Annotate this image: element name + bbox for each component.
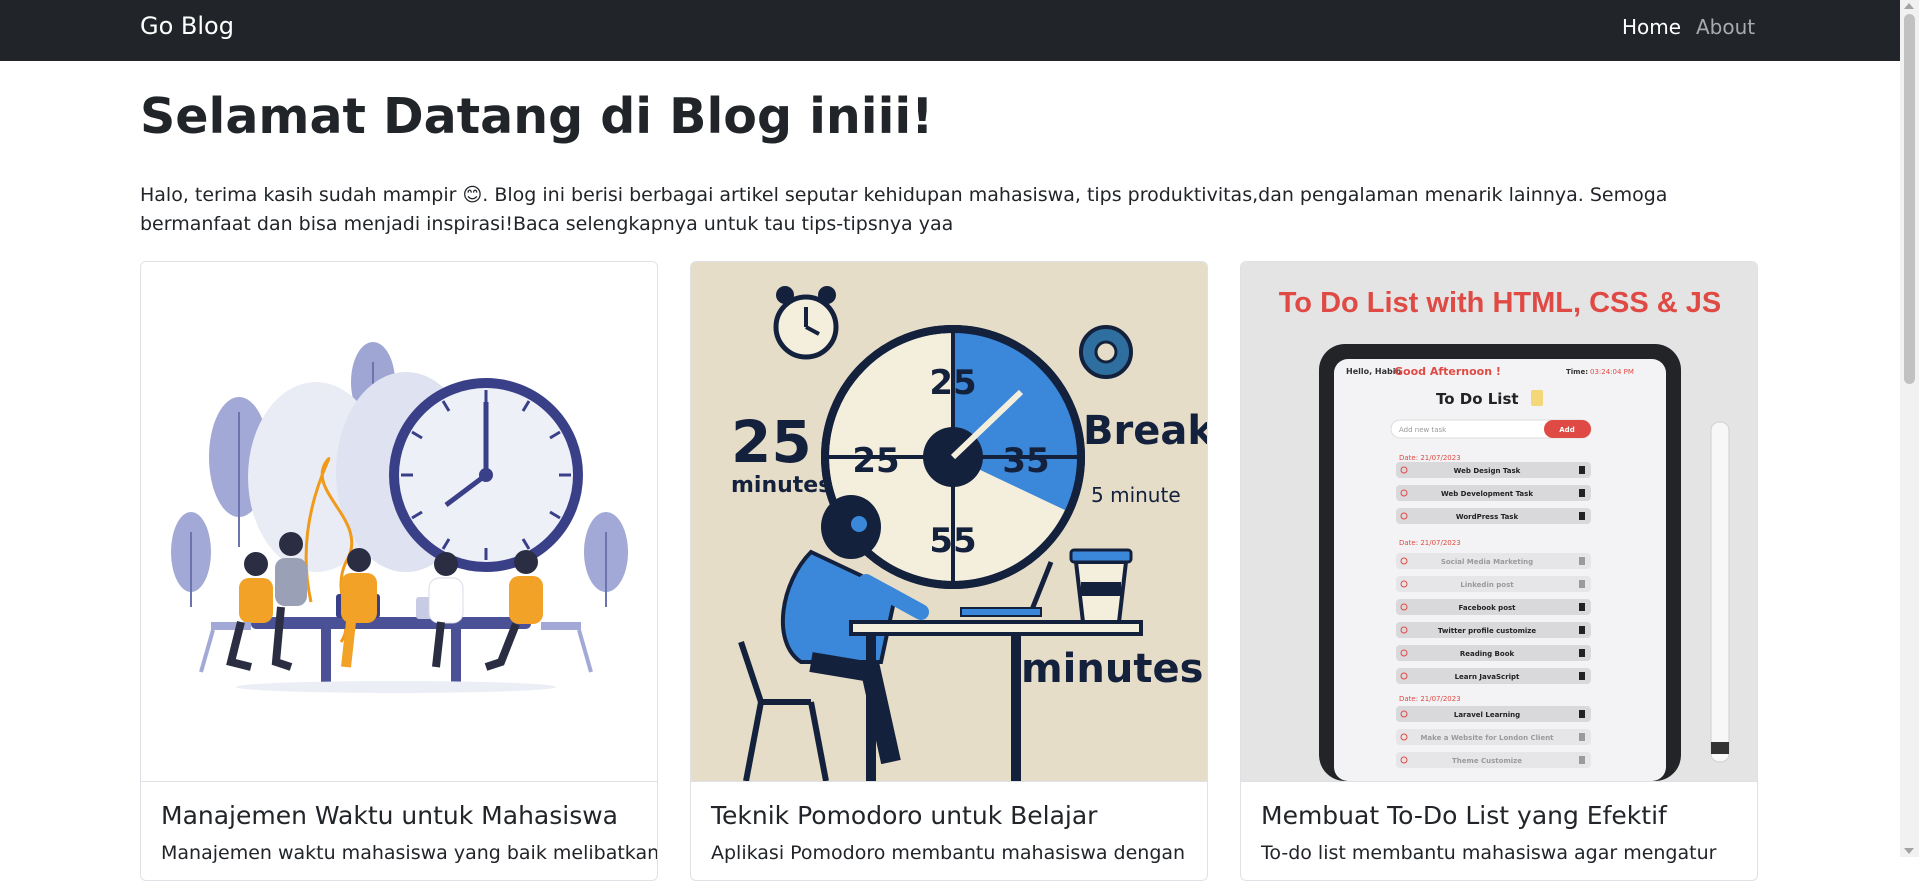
nav-link-home[interactable]: Home — [1622, 15, 1681, 39]
image-heading: To Do List with HTML, CSS & JS — [1279, 287, 1722, 319]
trash-icon — [1579, 710, 1585, 718]
card-image-todo: To Do List with HTML, CSS & JS Hello, Ha… — [1241, 262, 1757, 782]
card-image-pomodoro: 25 25 35 55 25 minutes Break 5 minute mi… — [691, 262, 1208, 782]
trash-icon — [1579, 512, 1585, 520]
card-title[interactable]: Membuat To-Do List yang Efektif — [1261, 801, 1667, 830]
trash-icon — [1579, 489, 1585, 497]
todo-task-row: Web Development Task — [1396, 485, 1591, 501]
time-value: 03:24:04 PM — [1590, 368, 1634, 376]
todo-task-row: WordPress Task — [1396, 508, 1591, 524]
add-button: Add — [1559, 426, 1574, 434]
todo-task-label: Make a Website for London Client — [1420, 734, 1554, 742]
todo-task-label: Laravel Learning — [1454, 711, 1520, 719]
scroll-down-arrow-icon[interactable] — [1904, 848, 1914, 854]
todo-task-label: Learn JavaScript — [1455, 673, 1520, 681]
trash-icon — [1579, 672, 1585, 680]
dial-top-number: 25 — [929, 363, 976, 403]
scroll-thumb[interactable] — [1904, 14, 1915, 384]
dial-right-number: 35 — [1002, 441, 1049, 481]
date-label-3: Date: 21/07/2023 — [1399, 695, 1461, 703]
scroll-up-arrow-icon[interactable] — [1904, 3, 1914, 9]
salutation: Good Afternoon ! — [1394, 365, 1501, 378]
trash-icon — [1579, 466, 1585, 474]
todo-task-label: Reading Book — [1460, 650, 1515, 658]
article-card-pomodoro[interactable]: 25 25 35 55 25 minutes Break 5 minute mi… — [690, 261, 1208, 881]
todo-task-row: Web Design Task — [1396, 462, 1591, 478]
time-management-illustration — [141, 262, 657, 781]
todo-task-row: Twitter profile customize — [1396, 622, 1591, 638]
brand-link[interactable]: Go Blog — [140, 12, 234, 40]
todo-task-label: Theme Customize — [1452, 757, 1522, 765]
left-number: 25 — [731, 408, 812, 476]
trash-icon — [1579, 756, 1585, 764]
card-title[interactable]: Teknik Pomodoro untuk Belajar — [711, 801, 1097, 830]
pomodoro-illustration: 25 25 35 55 25 minutes Break 5 minute mi… — [691, 262, 1208, 781]
page-scrollbar[interactable] — [1900, 0, 1919, 857]
todo-task-label: Web Design Task — [1454, 467, 1521, 475]
nav-link-about[interactable]: About — [1696, 15, 1755, 39]
card-image-time-management — [141, 262, 657, 782]
todo-task-row: Laravel Learning — [1396, 706, 1591, 722]
trash-icon — [1579, 580, 1585, 588]
todo-task-row: Facebook post — [1396, 599, 1591, 615]
trash-icon — [1579, 603, 1585, 611]
todo-task-row: Reading Book — [1396, 645, 1591, 661]
todo-task-label: WordPress Task — [1456, 513, 1519, 521]
app-title: To Do List — [1436, 390, 1519, 408]
todo-task-label: Web Development Task — [1441, 490, 1533, 498]
trash-icon — [1579, 733, 1585, 741]
todo-task-row: Theme Customize — [1396, 752, 1591, 768]
todo-task-label: Linkedin post — [1460, 581, 1514, 589]
intro-text: Halo, terima kasih sudah mampir 😊. Blog … — [140, 184, 1668, 235]
navbar: Go Blog Home About — [0, 0, 1900, 61]
todo-task-label: Twitter profile customize — [1438, 627, 1536, 635]
break-duration: 5 minute — [1091, 483, 1181, 507]
todo-task-row: Learn JavaScript — [1396, 668, 1591, 684]
input-placeholder: Add new task — [1399, 426, 1447, 434]
todo-list-illustration: To Do List with HTML, CSS & JS Hello, Ha… — [1241, 262, 1757, 781]
card-text: To-do list membantu mahasiswa agar menga… — [1261, 842, 1717, 864]
time-label: Time: — [1566, 368, 1588, 376]
trash-icon — [1579, 557, 1585, 565]
notepad-icon — [1531, 390, 1543, 406]
todo-task-row: Social Media Marketing — [1396, 553, 1591, 569]
todo-task-label: Social Media Marketing — [1441, 558, 1533, 566]
bottom-label: minutes — [1021, 646, 1203, 692]
article-card-todo[interactable]: To Do List with HTML, CSS & JS Hello, Ha… — [1240, 261, 1758, 881]
card-text: Aplikasi Pomodoro membantu mahasiswa den… — [711, 842, 1186, 864]
card-text: Manajemen waktu mahasiswa yang baik meli… — [161, 842, 658, 864]
dial-left-number: 25 — [852, 441, 899, 481]
todo-task-row: Make a Website for London Client — [1396, 729, 1591, 745]
date-label-2: Date: 21/07/2023 — [1399, 539, 1461, 547]
break-label: Break — [1083, 408, 1208, 454]
left-unit: minutes — [731, 473, 831, 498]
trash-icon — [1579, 626, 1585, 634]
todo-task-row: Linkedin post — [1396, 576, 1591, 592]
date-label-1: Date: 21/07/2023 — [1399, 454, 1461, 462]
article-card-time-management[interactable]: Manajemen Waktu untuk Mahasiswa Manajeme… — [140, 261, 658, 881]
card-title[interactable]: Manajemen Waktu untuk Mahasiswa — [161, 801, 618, 830]
page-title: Selamat Datang di Blog iniii! — [140, 88, 934, 145]
dial-bottom-number: 55 — [929, 521, 976, 561]
todo-task-label: Facebook post — [1458, 604, 1516, 612]
trash-icon — [1579, 649, 1585, 657]
